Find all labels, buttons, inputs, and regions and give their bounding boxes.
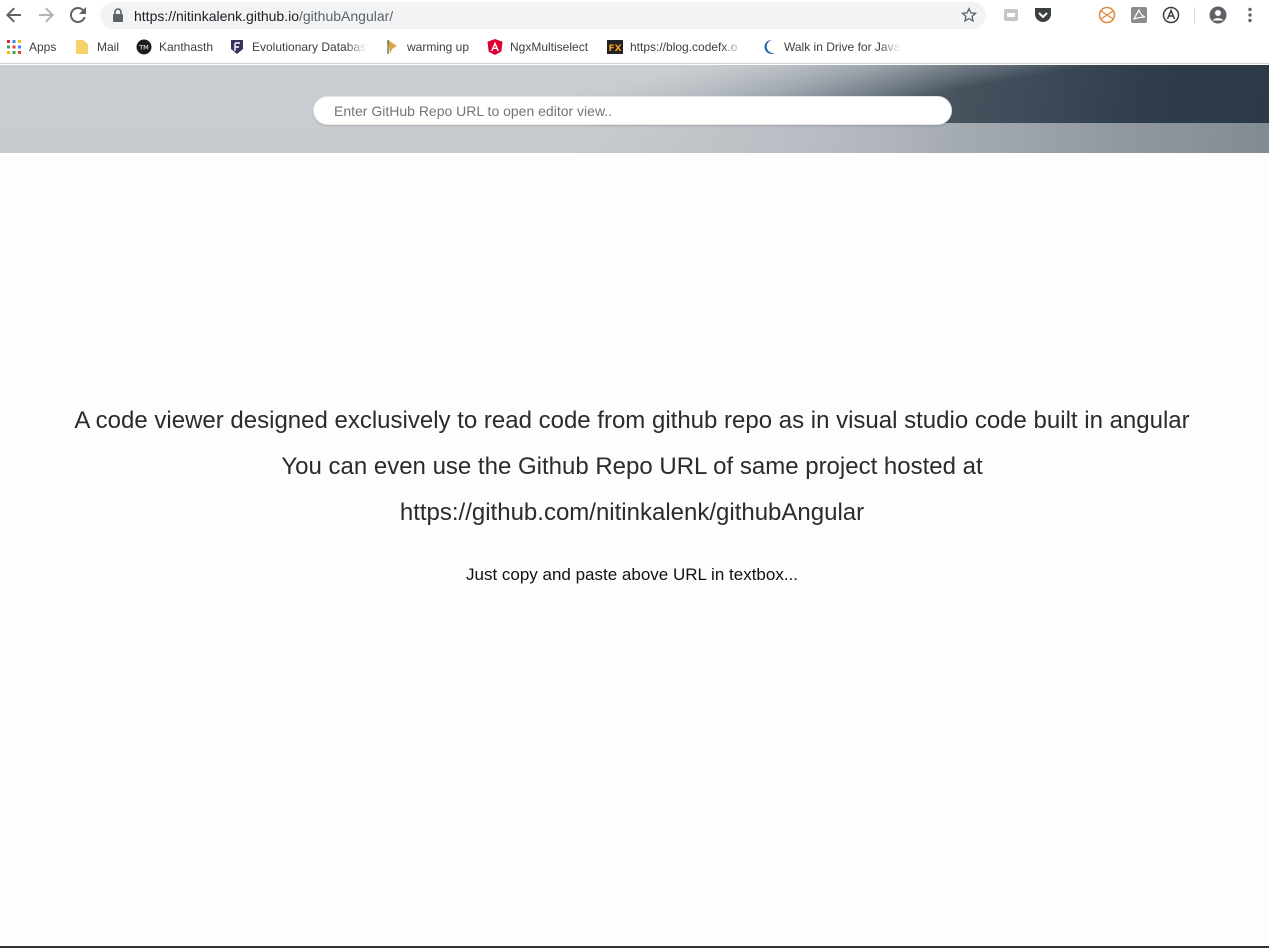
cast-extension-icon[interactable] [1002,6,1020,24]
angular-icon [487,39,503,55]
bookmark-label: NgxMultiselect [510,40,589,54]
project-url-text: https://github.com/nitinkalenk/githubAng… [399,499,865,526]
menu-kebab-icon[interactable] [1241,6,1259,24]
bookmark-warming-up[interactable]: warming up [384,39,469,55]
bookmark-label: https://blog.codefx.o [630,40,738,54]
back-arrow-icon[interactable] [4,5,24,25]
address-bar[interactable]: https://nitinkalenk.github.io/githubAngu… [100,2,986,29]
lock-icon [112,8,124,27]
svg-text:TM: TM [138,44,149,52]
bookmark-label: Mail [97,40,120,54]
pocket-icon[interactable] [1034,6,1052,24]
browser-toolbar: https://nitinkalenk.github.io/githubAngu… [0,0,1269,31]
forward-arrow-icon[interactable] [36,5,56,25]
bookmark-apps[interactable]: Apps [6,39,56,55]
bookmark-blog-codefx[interactable]: FX https://blog.codefx.o [607,39,743,55]
extension-a-icon[interactable] [1162,6,1180,24]
folder-icon [74,39,90,55]
bookmark-walk-in-drive[interactable]: Walk in Drive for Java [761,39,901,55]
shield-f-icon [229,39,245,55]
fx-icon: FX [607,39,623,55]
hint-text: You can even use the Github Repo URL of … [281,453,983,480]
pen-icon [384,39,400,55]
bookmarks-bar: Apps Mail TM Kanthasth Evolutionary Data… [0,31,1269,64]
apps-grid-icon [6,39,22,55]
bookmark-label: warming up [407,40,470,54]
intro-text: A code viewer designed exclusively to re… [74,407,1190,434]
tm-logo-icon: TM [136,39,152,55]
bookmark-evolutionary-databases[interactable]: Evolutionary Databas [229,39,367,55]
repo-url-input[interactable] [313,96,952,125]
extension-globe-icon[interactable] [1098,6,1116,24]
bookmark-label: Walk in Drive for Java [784,40,901,54]
bookmark-kanthasth[interactable]: TM Kanthasth [136,39,213,55]
url-text: https://nitinkalenk.github.io/githubAngu… [134,8,394,24]
moon-icon [761,39,777,55]
bookmark-mail[interactable]: Mail [74,39,119,55]
bookmark-ngxmultiselect[interactable]: NgxMultiselect [487,39,588,55]
bookmark-label: Kanthasth [159,40,214,54]
copy-instruction-text: Just copy and paste above URL in textbox… [465,565,798,584]
bookmark-label: Apps [29,40,57,54]
toolbar-divider [1194,7,1195,24]
bookmark-star-icon[interactable] [960,7,978,28]
bookmark-label: Evolutionary Databas [252,40,367,54]
pdf-icon[interactable] [1130,6,1148,24]
reload-icon[interactable] [68,5,88,25]
svg-text:FX: FX [608,44,621,54]
profile-avatar-icon[interactable] [1209,6,1227,24]
